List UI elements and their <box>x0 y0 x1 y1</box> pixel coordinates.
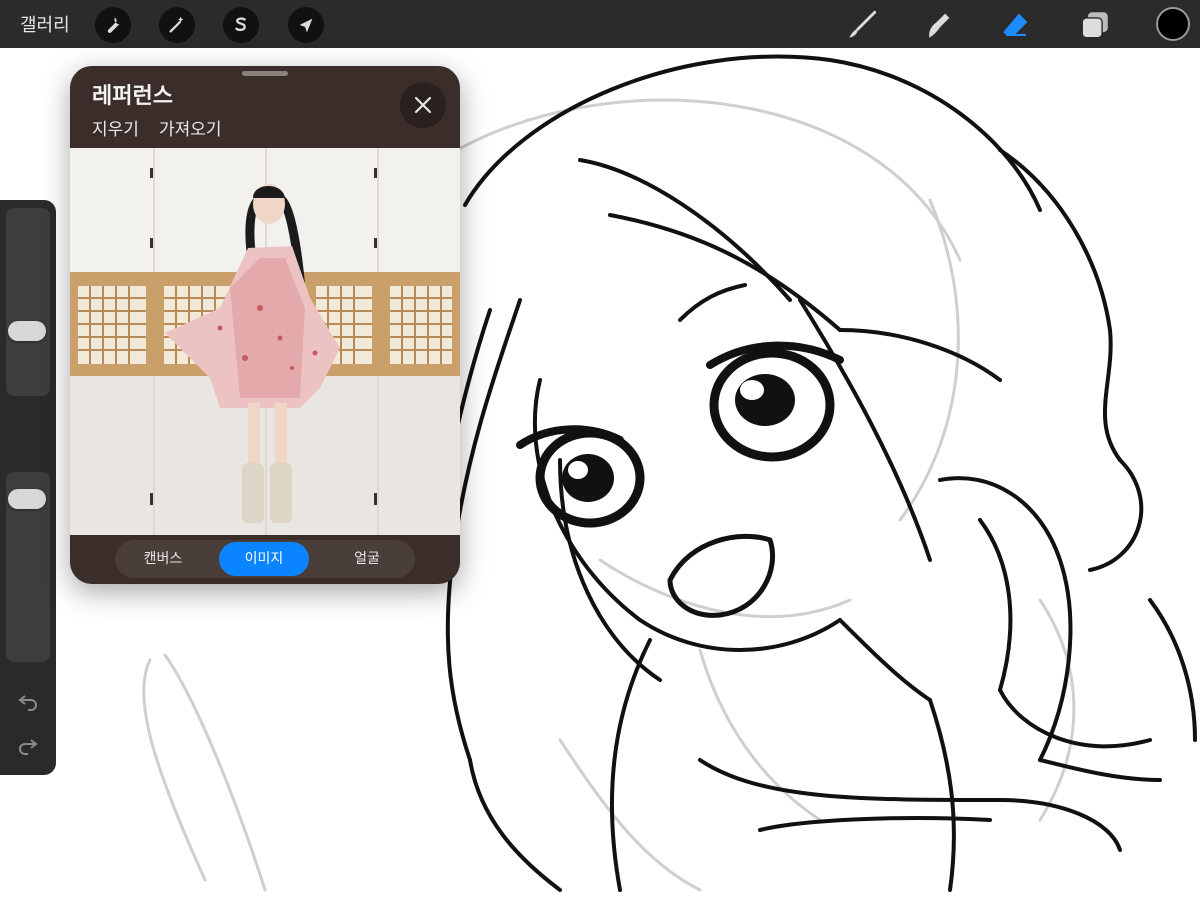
eraser-icon <box>1003 13 1028 36</box>
brush-icon <box>849 10 877 38</box>
undo-icon <box>18 695 37 711</box>
smudge-button[interactable] <box>919 6 957 44</box>
eraser-button[interactable] <box>997 6 1035 44</box>
panel-grabber[interactable] <box>242 71 288 76</box>
undo-button[interactable] <box>14 688 42 716</box>
layers-icon <box>1081 12 1108 39</box>
selection-button[interactable] <box>223 7 259 43</box>
tab-face[interactable]: 얼굴 <box>321 542 413 576</box>
adjustments-button[interactable] <box>159 7 195 43</box>
opacity-thumb[interactable] <box>8 489 46 509</box>
clear-button[interactable]: 지우기 <box>92 115 139 140</box>
close-button[interactable] <box>400 82 446 128</box>
transform-arrow-icon <box>299 18 313 33</box>
procreate-app: 갤러리 레퍼런스 지우기 가져오기 캔버스 이미지 얼굴 <box>0 0 1200 900</box>
reference-mode-segmented-control: 캔버스 이미지 얼굴 <box>115 540 415 578</box>
magic-wand-icon <box>169 16 184 33</box>
close-icon <box>414 96 432 114</box>
top-toolbar: 갤러리 <box>0 0 1200 48</box>
import-button[interactable]: 가져오기 <box>159 115 222 140</box>
tab-canvas[interactable]: 캔버스 <box>117 542 209 576</box>
redo-button[interactable] <box>14 732 42 760</box>
layers-button[interactable] <box>1076 6 1114 44</box>
wrench-icon <box>107 17 120 33</box>
reference-panel: 레퍼런스 지우기 가져오기 캔버스 이미지 얼굴 <box>70 66 460 584</box>
redo-icon <box>19 739 38 755</box>
selection-s-icon <box>235 17 246 32</box>
gallery-button[interactable]: 갤러리 <box>20 11 70 37</box>
actions-button[interactable] <box>95 7 131 43</box>
reference-title: 레퍼런스 <box>92 84 173 109</box>
brush-button[interactable] <box>843 6 881 44</box>
reference-photo <box>70 148 460 535</box>
brush-size-slider[interactable] <box>6 208 50 396</box>
transform-button[interactable] <box>288 7 324 43</box>
color-picker-button[interactable] <box>1156 7 1190 41</box>
tab-image[interactable]: 이미지 <box>219 542 309 576</box>
opacity-slider[interactable] <box>6 472 50 662</box>
left-sidebar <box>0 200 56 775</box>
brush-size-thumb[interactable] <box>8 321 46 341</box>
smudge-icon <box>929 13 950 38</box>
